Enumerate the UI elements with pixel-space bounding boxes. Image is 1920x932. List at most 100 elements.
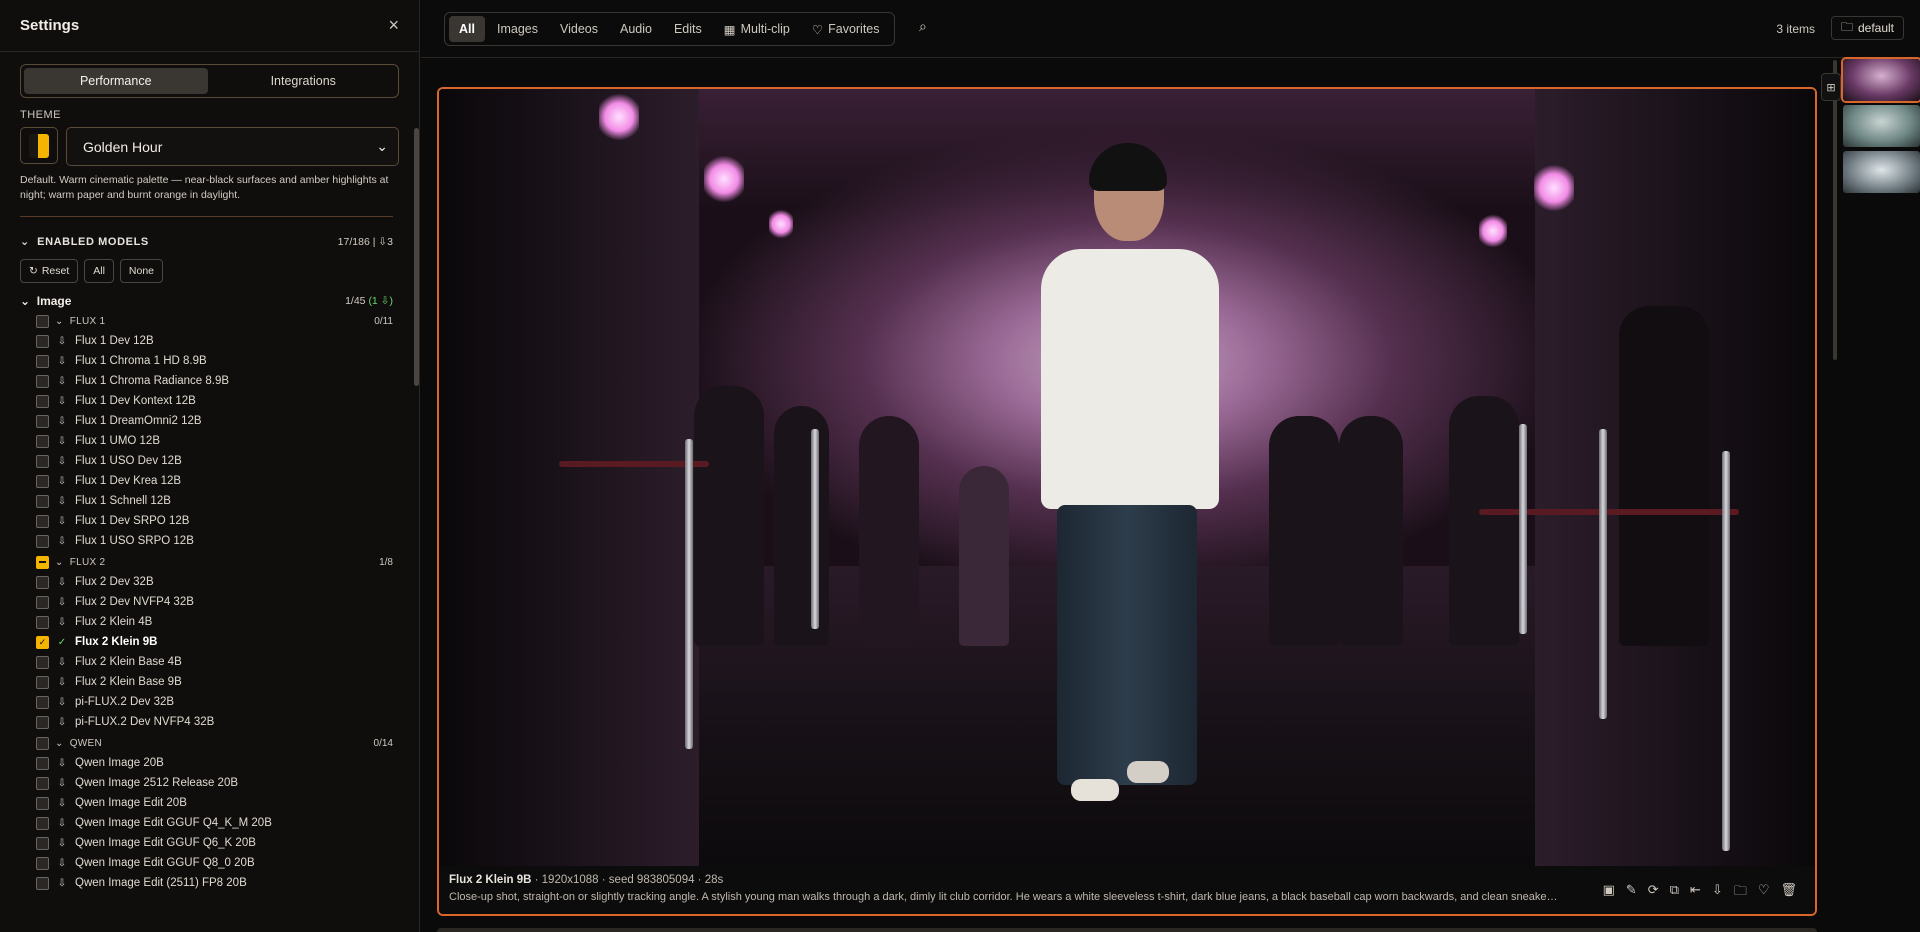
model-checkbox[interactable] — [36, 575, 49, 589]
theme-select[interactable]: Golden Hour ⌄ — [66, 127, 399, 166]
model-item[interactable]: ⇩ Flux 2 Klein Base 4B — [20, 652, 399, 672]
model-item[interactable]: ⇩ Qwen Image Edit GGUF Q8_0 20B — [20, 853, 399, 873]
search-icon[interactable]: ⌕ — [919, 18, 927, 35]
save-icon[interactable]: ▣ — [1603, 882, 1615, 904]
model-item[interactable]: ⇩ Qwen Image 2512 Release 20B — [20, 773, 399, 793]
model-checkbox[interactable] — [36, 675, 49, 689]
model-checkbox[interactable]: ✓ — [36, 635, 49, 649]
model-checkbox[interactable] — [36, 514, 49, 528]
model-item[interactable]: ⇩ Flux 1 UMO 12B — [20, 431, 399, 451]
chevron-down-icon: ⌄ — [20, 236, 30, 248]
model-checkbox[interactable] — [36, 354, 49, 368]
generated-image[interactable] — [439, 89, 1815, 866]
tab-videos[interactable]: Videos — [550, 16, 608, 42]
copy-icon[interactable]: ⧉ — [1670, 882, 1679, 904]
thumbnail[interactable] — [1843, 151, 1920, 193]
download-icon: ⇩ — [57, 355, 67, 367]
model-checkbox[interactable] — [36, 454, 49, 468]
model-checkbox[interactable] — [36, 816, 49, 830]
model-checkbox[interactable] — [36, 374, 49, 388]
model-item[interactable]: ⇩ Flux 1 Dev Krea 12B — [20, 471, 399, 491]
model-name: Flux 2 Klein Base 4B — [75, 656, 182, 668]
model-item[interactable]: ⇩ Qwen Image 20B — [20, 753, 399, 773]
model-checkbox[interactable] — [36, 715, 49, 729]
model-item[interactable]: ⇩ Flux 1 USO SRPO 12B — [20, 531, 399, 551]
tab-images[interactable]: Images — [487, 16, 548, 42]
thumbnail[interactable] — [1841, 57, 1920, 103]
model-item[interactable]: ⇩ Qwen Image Edit GGUF Q6_K 20B — [20, 833, 399, 853]
sidebar-scrollbar[interactable] — [414, 128, 419, 386]
model-item[interactable]: ⇩ pi-FLUX.2 Dev NVFP4 32B — [20, 712, 399, 732]
refresh-icon[interactable]: ⟳ — [1648, 882, 1659, 904]
thumbnail[interactable] — [1843, 105, 1920, 147]
enabled-models-header[interactable]: ⌄ ENABLED MODELS 17/186 | ⇩3 — [20, 235, 393, 249]
settings-scroll-area[interactable]: Performance Integrations THEME Golden Ho… — [0, 52, 419, 932]
model-item[interactable]: ⇩ Flux 2 Klein Base 9B — [20, 672, 399, 692]
move-folder-icon[interactable]: 🗀 — [1734, 882, 1747, 904]
model-checkbox[interactable] — [36, 836, 49, 850]
model-item[interactable]: ⇩ Flux 1 Chroma Radiance 8.9B — [20, 371, 399, 391]
panel-toggle-icon[interactable]: ⊞ — [1821, 73, 1841, 101]
model-item[interactable]: ⇩ Flux 1 Dev SRPO 12B — [20, 511, 399, 531]
edit-icon[interactable]: ✎ — [1626, 882, 1637, 904]
model-group[interactable]: ⌄ FLUX 1 0/11 — [20, 311, 393, 331]
model-item[interactable]: ⇩ Flux 2 Dev NVFP4 32B — [20, 592, 399, 612]
model-checkbox[interactable] — [36, 434, 49, 448]
reset-button[interactable]: ↻ Reset — [20, 259, 79, 283]
model-checkbox[interactable] — [36, 534, 49, 548]
tab-label: Edits — [673, 22, 702, 36]
folder-button[interactable]: 🗀 default — [1830, 16, 1904, 40]
group-checkbox[interactable] — [36, 555, 49, 569]
model-item[interactable]: ⇩ Flux 2 Klein 4B — [20, 612, 399, 632]
gallery-scrollbar[interactable] — [1833, 60, 1837, 360]
model-item[interactable]: ⇩ Flux 1 USO Dev 12B — [20, 451, 399, 471]
model-name: Flux 2 Klein Base 9B — [75, 676, 182, 688]
app-root: Settings × Performance Integrations THEM… — [0, 0, 1920, 932]
group-checkbox[interactable] — [36, 314, 49, 328]
tab-favorites[interactable]: ♡ Favorites — [802, 16, 890, 42]
model-checkbox[interactable] — [36, 414, 49, 428]
model-item[interactable]: ⇩ Flux 1 DreamOmni2 12B — [20, 411, 399, 431]
model-item[interactable]: ⇩ Flux 1 Chroma 1 HD 8.9B — [20, 351, 399, 371]
model-item[interactable]: ✓ ✓ Flux 2 Klein 9B — [20, 632, 399, 652]
model-group[interactable]: ⌄ QWEN 0/14 — [20, 733, 393, 753]
send-to-start-icon[interactable]: ⇤ — [1690, 882, 1701, 904]
model-item[interactable]: ⇩ Flux 1 Schnell 12B — [20, 491, 399, 511]
download-icon[interactable]: ⇩ — [1712, 882, 1723, 904]
model-item[interactable]: ⇩ Flux 1 Dev Kontext 12B — [20, 391, 399, 411]
tab-edits[interactable]: Edits — [664, 16, 712, 42]
model-checkbox[interactable] — [36, 615, 49, 629]
model-checkbox[interactable] — [36, 695, 49, 709]
model-item[interactable]: ⇩ pi-FLUX.2 Dev 32B — [20, 692, 399, 712]
model-item[interactable]: ⇩ Flux 2 Dev 32B — [20, 572, 399, 592]
model-checkbox[interactable] — [36, 756, 49, 770]
model-checkbox[interactable] — [36, 474, 49, 488]
model-checkbox[interactable] — [36, 595, 49, 609]
model-item[interactable]: ⇩ Flux 1 Dev 12B — [20, 331, 399, 351]
image-viewer[interactable]: Flux 2 Klein 9B · 1920x1088 · seed 98380… — [437, 87, 1817, 916]
close-icon[interactable]: × — [388, 15, 399, 36]
model-item[interactable]: ⇩ Qwen Image Edit (2511) FP8 20B — [20, 873, 399, 893]
model-checkbox[interactable] — [36, 856, 49, 870]
model-item[interactable]: ⇩ Qwen Image Edit GGUF Q4_K_M 20B — [20, 813, 399, 833]
select-all-button[interactable]: All — [84, 259, 114, 283]
tab-performance[interactable]: Performance — [24, 68, 208, 94]
model-checkbox[interactable] — [36, 796, 49, 810]
model-checkbox[interactable] — [36, 776, 49, 790]
tab-audio[interactable]: Audio — [610, 16, 662, 42]
select-none-button[interactable]: None — [119, 259, 164, 283]
model-group[interactable]: ⌄ FLUX 2 1/8 — [20, 552, 393, 572]
model-checkbox[interactable] — [36, 876, 49, 890]
tab-all[interactable]: All — [449, 16, 485, 42]
tab-multi-clip[interactable]: ▦ Multi-clip — [714, 16, 800, 42]
model-checkbox[interactable] — [36, 394, 49, 408]
group-checkbox[interactable] — [36, 736, 49, 750]
model-item[interactable]: ⇩ Qwen Image Edit 20B — [20, 793, 399, 813]
delete-icon[interactable]: 🗑 — [1780, 882, 1797, 904]
tab-integrations[interactable]: Integrations — [212, 68, 396, 94]
model-checkbox[interactable] — [36, 494, 49, 508]
model-checkbox[interactable] — [36, 655, 49, 669]
category-image[interactable]: ⌄ Image 1/45 (1 ⇩) — [20, 292, 393, 310]
favorite-icon[interactable]: ♡ — [1758, 882, 1770, 904]
model-checkbox[interactable] — [36, 334, 49, 348]
